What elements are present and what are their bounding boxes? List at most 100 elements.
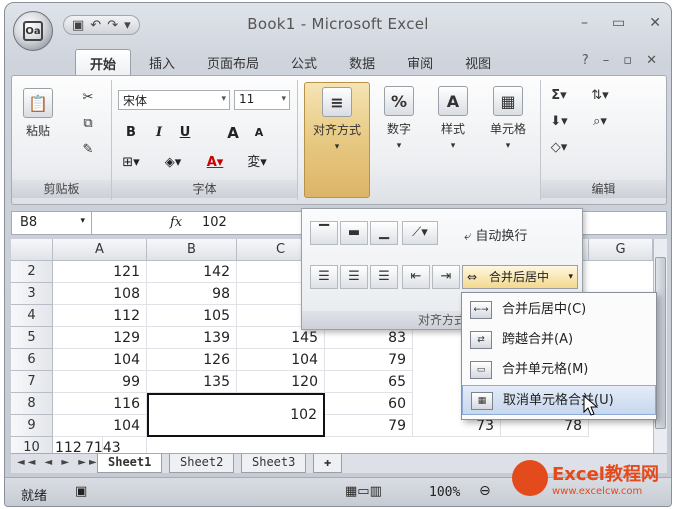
table-cell[interactable]: 7143: [85, 437, 147, 453]
cut-icon[interactable]: ✂: [78, 90, 98, 108]
cells-button[interactable]: ▦ 单元格 ▾: [482, 86, 534, 151]
wrap-text-button[interactable]: ⤶ 自动换行: [464, 225, 527, 244]
help-icon[interactable]: ?: [582, 53, 589, 68]
table-cell[interactable]: 142: [147, 261, 237, 283]
row-header[interactable]: 3: [11, 283, 53, 305]
row-header[interactable]: 7: [11, 371, 53, 393]
row-header[interactable]: 2: [11, 261, 53, 283]
table-cell[interactable]: 65: [325, 371, 413, 393]
table-cell[interactable]: 112: [53, 305, 147, 327]
tab-page-layout[interactable]: 页面布局: [193, 49, 273, 75]
fill-color-icon[interactable]: ◈▾: [162, 152, 184, 174]
grow-font-button[interactable]: A: [222, 122, 244, 144]
ribbon-close-icon[interactable]: ✕: [646, 53, 657, 68]
name-box[interactable]: B8 ▾: [12, 212, 92, 234]
tab-formulas[interactable]: 公式: [277, 49, 331, 75]
align-bottom-icon[interactable]: ▁: [370, 221, 398, 245]
alignment-button[interactable]: ≡ 对齐方式 ▾: [304, 82, 370, 198]
format-painter-icon[interactable]: ✎: [78, 142, 98, 160]
maximize-icon[interactable]: ▭: [612, 15, 625, 31]
merge-center-button[interactable]: ⇔ 合并后居中 ▾: [462, 265, 578, 289]
minimize-icon[interactable]: –: [581, 15, 588, 31]
increase-indent-icon[interactable]: ⇥: [432, 265, 460, 289]
tab-data[interactable]: 数据: [335, 49, 389, 75]
font-color-icon[interactable]: A▾: [204, 152, 226, 174]
align-left-icon[interactable]: ☰: [310, 265, 338, 289]
align-top-icon[interactable]: ▔: [310, 221, 338, 245]
table-cell[interactable]: 108: [53, 283, 147, 305]
find-select-icon[interactable]: ⌕▾: [583, 114, 617, 132]
row-header[interactable]: 9: [11, 415, 53, 437]
italic-button[interactable]: I: [148, 122, 170, 144]
merged-selection[interactable]: 102: [147, 393, 325, 437]
table-cell[interactable]: 98: [147, 283, 237, 305]
table-cell[interactable]: 105: [147, 305, 237, 327]
table-cell[interactable]: 121: [53, 261, 147, 283]
fill-icon[interactable]: ⬇▾: [549, 114, 569, 132]
ribbon-restore-icon[interactable]: ▫: [623, 53, 632, 68]
row-header[interactable]: 4: [11, 305, 53, 327]
view-buttons-icon[interactable]: ▦▭▥: [345, 484, 382, 499]
column-header-g[interactable]: G: [589, 239, 653, 261]
menu-item-merge-cells[interactable]: ▭ 合并单元格(M): [462, 355, 656, 385]
shrink-font-button[interactable]: A: [248, 122, 270, 144]
close-icon[interactable]: ✕: [649, 15, 661, 31]
tab-view[interactable]: 视图: [451, 49, 505, 75]
font-size-combo[interactable]: 11 ▾: [234, 90, 290, 110]
align-center-icon[interactable]: ☰: [340, 265, 368, 289]
paste-button[interactable]: 📋 粘贴: [18, 88, 58, 139]
row-header[interactable]: 6: [11, 349, 53, 371]
menu-item-merge-center[interactable]: ←→ 合并后居中(C): [462, 295, 656, 325]
zoom-out-icon[interactable]: ⊖: [479, 483, 491, 499]
insert-function-icon[interactable]: fx: [170, 215, 182, 230]
table-cell[interactable]: 83: [325, 327, 413, 349]
row-header[interactable]: 8: [11, 393, 53, 415]
align-right-icon[interactable]: ☰: [370, 265, 398, 289]
column-header-a[interactable]: A: [53, 239, 147, 261]
table-cell[interactable]: 135: [147, 371, 237, 393]
table-cell[interactable]: 104: [237, 349, 325, 371]
chevron-down-icon[interactable]: ▾: [568, 266, 573, 288]
phonetic-icon[interactable]: 変▾: [246, 152, 268, 174]
font-name-combo[interactable]: 宋体 ▾: [118, 90, 230, 110]
tab-insert[interactable]: 插入: [135, 49, 189, 75]
table-cell[interactable]: 129: [53, 327, 147, 349]
office-button[interactable]: Oa: [13, 11, 53, 51]
table-cell[interactable]: 99: [53, 371, 147, 393]
menu-item-unmerge[interactable]: ▦ 取消单元格合并(U): [462, 385, 656, 415]
sheet-tab-2[interactable]: Sheet2: [169, 454, 235, 473]
insert-sheet-icon[interactable]: ✚: [313, 454, 343, 473]
row-header[interactable]: 5: [11, 327, 53, 349]
decrease-indent-icon[interactable]: ⇤: [402, 265, 430, 289]
table-cell[interactable]: 116: [53, 393, 147, 415]
orientation-icon[interactable]: ⟋▾: [402, 221, 438, 245]
menu-item-merge-across[interactable]: ⇄ 跨越合并(A): [462, 325, 656, 355]
formula-input[interactable]: 102: [202, 215, 227, 230]
borders-icon[interactable]: ⊞▾: [120, 152, 142, 174]
ribbon-minimize-icon[interactable]: –: [603, 53, 610, 68]
align-middle-icon[interactable]: ▬: [340, 221, 368, 245]
table-cell[interactable]: 126: [147, 349, 237, 371]
clear-icon[interactable]: ◇▾: [549, 140, 569, 158]
underline-button[interactable]: U: [174, 122, 196, 144]
table-cell[interactable]: 139: [147, 327, 237, 349]
table-cell[interactable]: 104: [53, 349, 147, 371]
select-all-corner[interactable]: [11, 239, 53, 261]
zoom-level[interactable]: 100%: [429, 485, 460, 500]
row-header[interactable]: 10: [11, 437, 53, 453]
table-cell[interactable]: 79: [325, 415, 413, 437]
bold-button[interactable]: B: [120, 122, 142, 144]
copy-icon[interactable]: ⧉: [78, 116, 98, 134]
sheet-navigation-icon[interactable]: ◄◄ ◄ ► ►►: [17, 457, 100, 468]
table-cell[interactable]: 79: [325, 349, 413, 371]
table-cell[interactable]: 120: [237, 371, 325, 393]
column-header-b[interactable]: B: [147, 239, 237, 261]
number-button[interactable]: % 数字 ▾: [374, 86, 424, 151]
table-cell[interactable]: 145: [237, 327, 325, 349]
sheet-tab-3[interactable]: Sheet3: [241, 454, 307, 473]
sort-filter-icon[interactable]: ⇅▾: [583, 88, 617, 106]
tab-review[interactable]: 审阅: [393, 49, 447, 75]
tab-home[interactable]: 开始: [75, 49, 132, 75]
table-cell[interactable]: 60: [325, 393, 413, 415]
sheet-tab-1[interactable]: Sheet1: [97, 454, 163, 473]
